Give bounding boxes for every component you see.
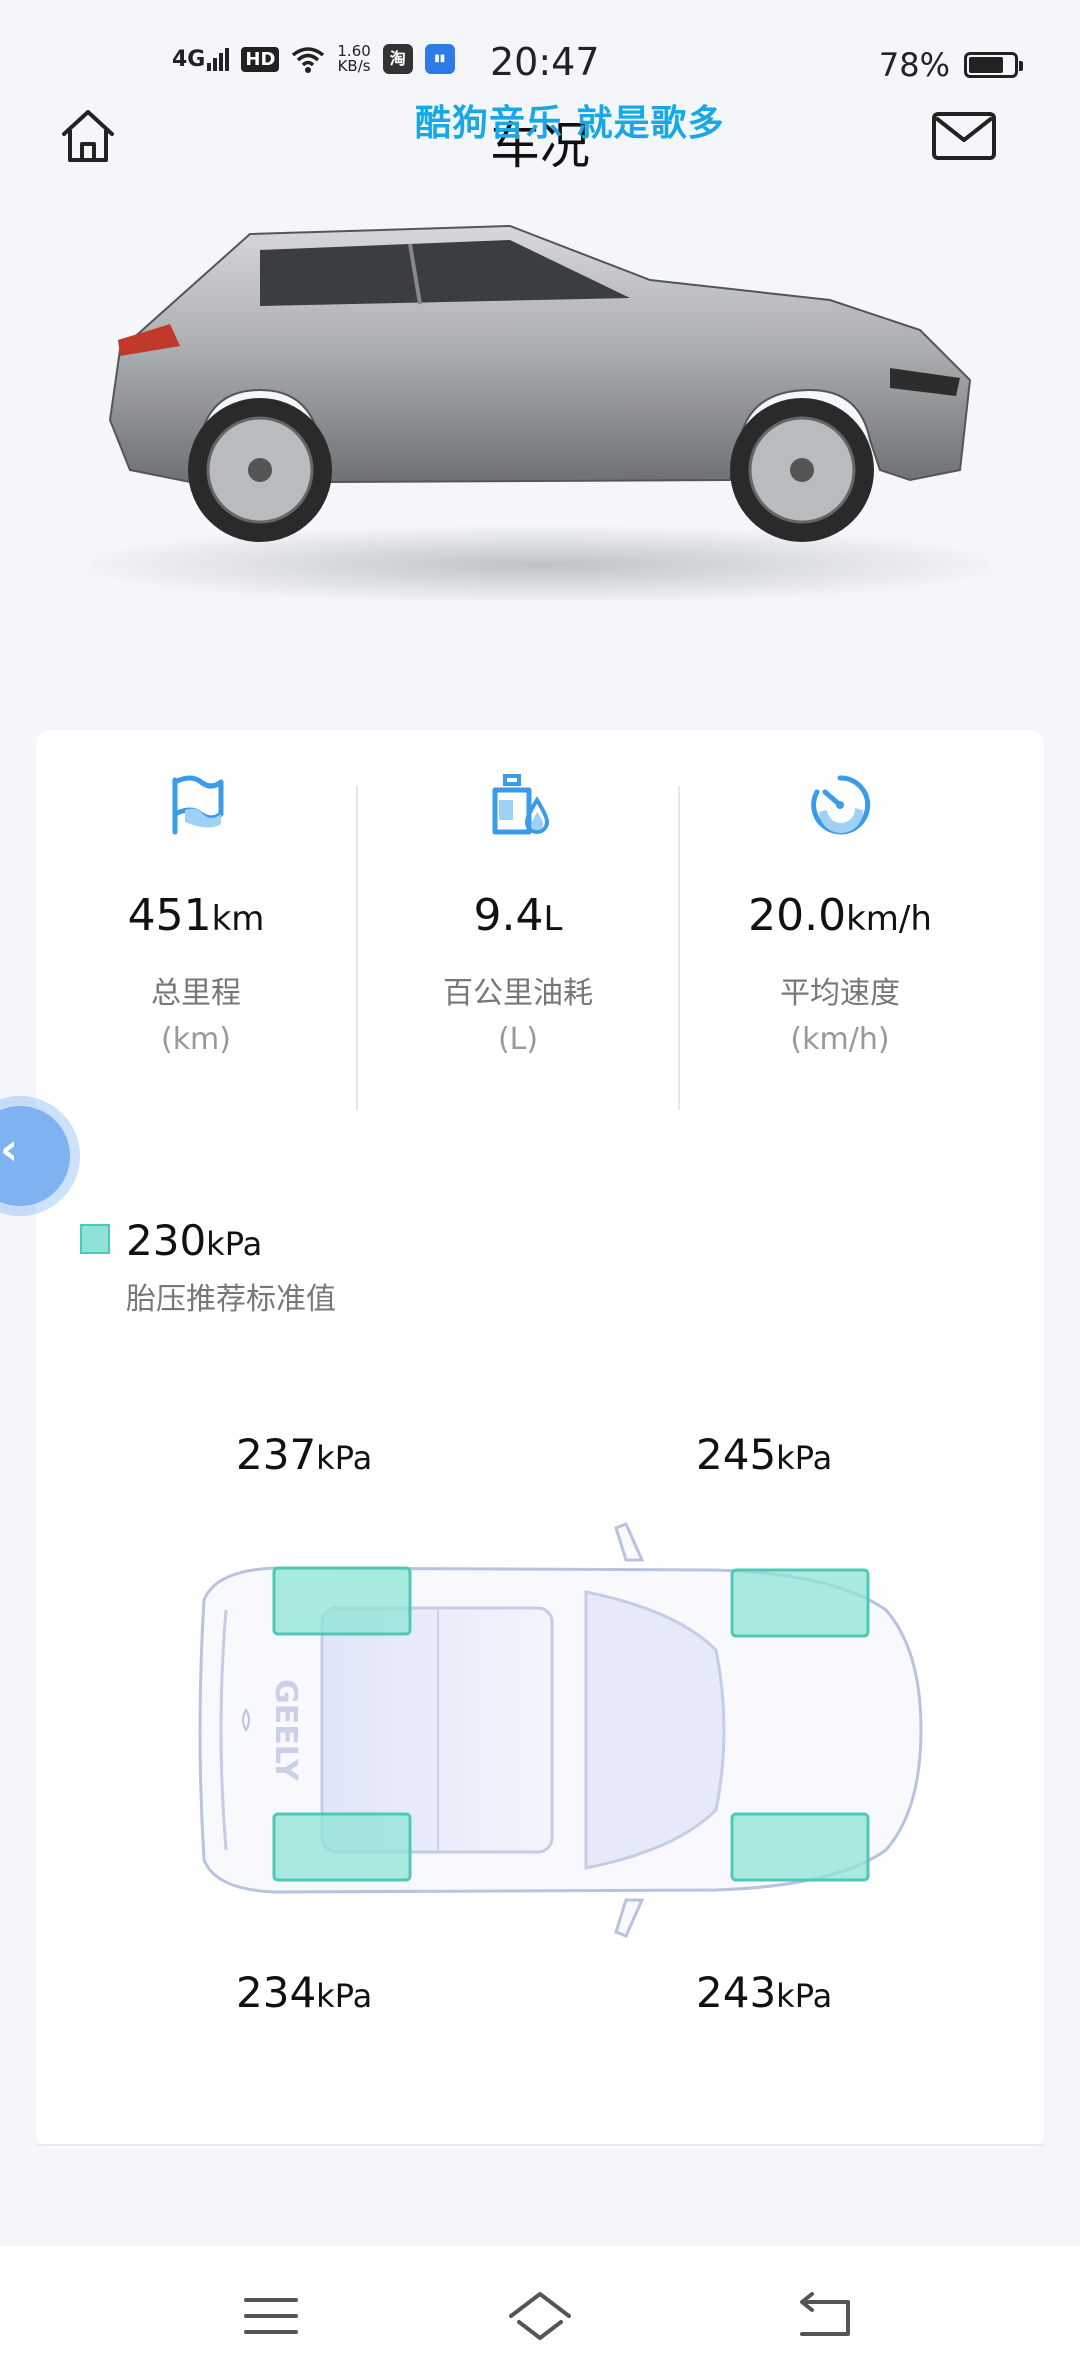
wifi-icon (292, 47, 325, 73)
battery-percent: 78% (878, 46, 950, 84)
tire-front-right-indicator (730, 1568, 870, 1638)
notification-app-icon: ▮▮ (424, 44, 455, 74)
total-mileage-unit: km (211, 899, 265, 939)
clock: 20:47 (490, 40, 600, 84)
average-speed-label: 平均速度 (780, 976, 900, 1011)
signal-bars-icon (207, 47, 230, 71)
tire-rear-left-indicator (272, 1812, 412, 1882)
tire-front-left-value: 237 (236, 1430, 317, 1479)
taobao-app-icon: 淘 (382, 44, 413, 74)
back-icon[interactable] (790, 2286, 860, 2346)
tire-recommended-unit: kPa (206, 1225, 263, 1263)
mail-icon[interactable] (930, 108, 998, 164)
vehicle-stats-card: 451km 总里程 (km) 9.4L 百公里油耗 (L) 20.0km/h 平… (36, 730, 1044, 2148)
average-speed-unit: km/h (846, 899, 932, 939)
average-speed-value: 20.0 (748, 890, 847, 941)
tire-rear-left-unit: kPa (316, 1977, 373, 2015)
battery-icon (964, 52, 1023, 78)
network-speed-unit: KB/s (337, 57, 371, 75)
car-brand-mark: GEELY (268, 1679, 303, 1782)
tire-rear-right-unit: kPa (776, 1977, 833, 2015)
battery-fill (969, 57, 1004, 73)
tire-front-left-indicator (272, 1566, 412, 1636)
average-speed-sub: (km/h) (790, 1022, 890, 1057)
stat-value: 9.4L (358, 890, 678, 941)
tire-front-right-reading: 245kPa (696, 1430, 832, 1479)
network-speed: 1.60 KB/s (337, 44, 370, 74)
tire-legend-swatch (80, 1224, 110, 1254)
battery-indicator: 78% (878, 46, 1023, 84)
tire-recommended-label: 胎压推荐标准值 (126, 1282, 336, 1317)
tire-rear-right-value: 243 (696, 1968, 777, 2017)
fuel-consumption-unit: L (543, 899, 563, 939)
card-bottom-divider (36, 2144, 1044, 2146)
system-navigation-bar (0, 2246, 1080, 2376)
menu-icon[interactable] (236, 2286, 306, 2346)
tire-rear-right-reading: 243kPa (696, 1968, 832, 2017)
status-icons: 4G HD 1.60 KB/s 淘 ▮▮ (172, 44, 455, 74)
fuel-consumption-label: 百公里油耗 (443, 976, 593, 1011)
stat-average-speed: 20.0km/h 平均速度 (km/h) (680, 770, 1000, 1063)
tire-front-right-unit: kPa (776, 1439, 833, 1477)
flag-icon (172, 775, 224, 835)
collapse-chevron-icon: ‹ (0, 1124, 19, 1175)
car-side-image (90, 224, 990, 600)
tire-front-right-value: 245 (696, 1430, 777, 1479)
total-mileage-label: 总里程 (151, 976, 241, 1011)
stat-value: 20.0km/h (680, 890, 1000, 941)
fuel-consumption-value: 9.4 (473, 890, 544, 941)
total-mileage-value: 451 (127, 890, 212, 941)
stat-fuel-consumption: 9.4L 百公里油耗 (L) (358, 770, 678, 1063)
tire-rear-right-indicator (730, 1812, 870, 1882)
stat-total-mileage: 451km 总里程 (km) (36, 770, 356, 1063)
fuel-drop-icon (492, 774, 550, 835)
stat-value: 451km (36, 890, 356, 941)
tire-front-left-reading: 237kPa (236, 1430, 372, 1479)
tire-recommended-pressure: 230kPa (126, 1216, 262, 1265)
fuel-consumption-sub: (L) (497, 1022, 539, 1057)
floating-lyric-overlay: 酷狗音乐 就是歌多 (415, 103, 725, 144)
tire-front-left-unit: kPa (316, 1439, 373, 1477)
speedometer-icon (811, 775, 871, 835)
tire-recommended-value: 230 (126, 1216, 207, 1265)
tire-rear-left-reading: 234kPa (236, 1968, 372, 2017)
signal-indicator: 4G (172, 47, 230, 72)
tire-rear-left-value: 234 (236, 1968, 317, 2017)
hd-badge: HD (241, 46, 280, 72)
total-mileage-sub: (km) (160, 1022, 231, 1057)
network-type: 4G (172, 47, 206, 72)
car-top-view-diagram: GEELY (198, 1522, 923, 1938)
nav-home-icon[interactable] (505, 2286, 575, 2346)
